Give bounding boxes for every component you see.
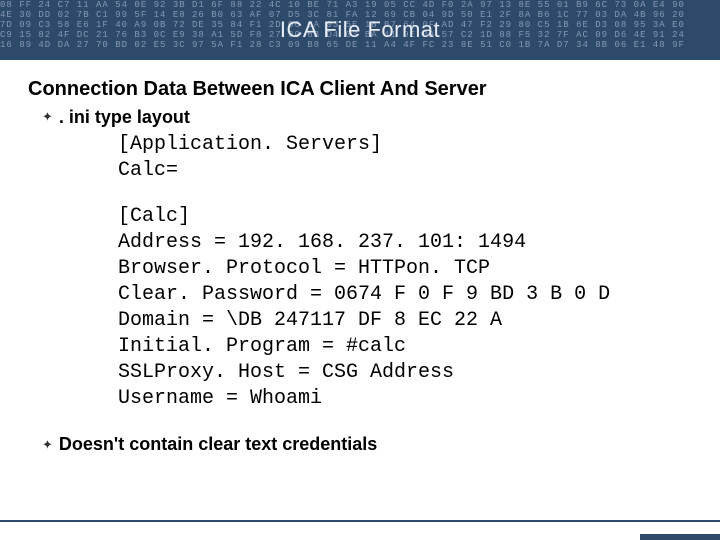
slide-title: ICA File Format — [280, 17, 440, 43]
bullet-no-cleartext: ✦ Doesn't contain clear text credentials — [28, 434, 692, 456]
ini-block-appservers: [Application. Servers] Calc= — [118, 132, 692, 184]
slide-header: 08 FF 24 C7 11 AA 54 0E 92 3B D1 6F 88 2… — [0, 0, 720, 60]
ini-block-calc: [Calc] Address = 192. 168. 237. 101: 149… — [118, 204, 692, 412]
content-heading: Connection Data Between ICA Client And S… — [28, 78, 692, 101]
bullet-no-cleartext-label: Doesn't contain clear text credentials — [59, 434, 377, 455]
footer-accent — [640, 534, 720, 540]
slide: 08 FF 24 C7 11 AA 54 0E 92 3B D1 6F 88 2… — [0, 0, 720, 540]
bullet-star-icon: ✦ — [42, 107, 53, 127]
slide-footer — [0, 520, 720, 540]
bullet-star-icon: ✦ — [42, 434, 53, 456]
spacer — [28, 184, 692, 204]
slide-content: Connection Data Between ICA Client And S… — [0, 60, 720, 520]
bullet-ini-layout-label: . ini type layout — [59, 107, 190, 128]
bullet-ini-layout: ✦ . ini type layout — [28, 107, 692, 128]
